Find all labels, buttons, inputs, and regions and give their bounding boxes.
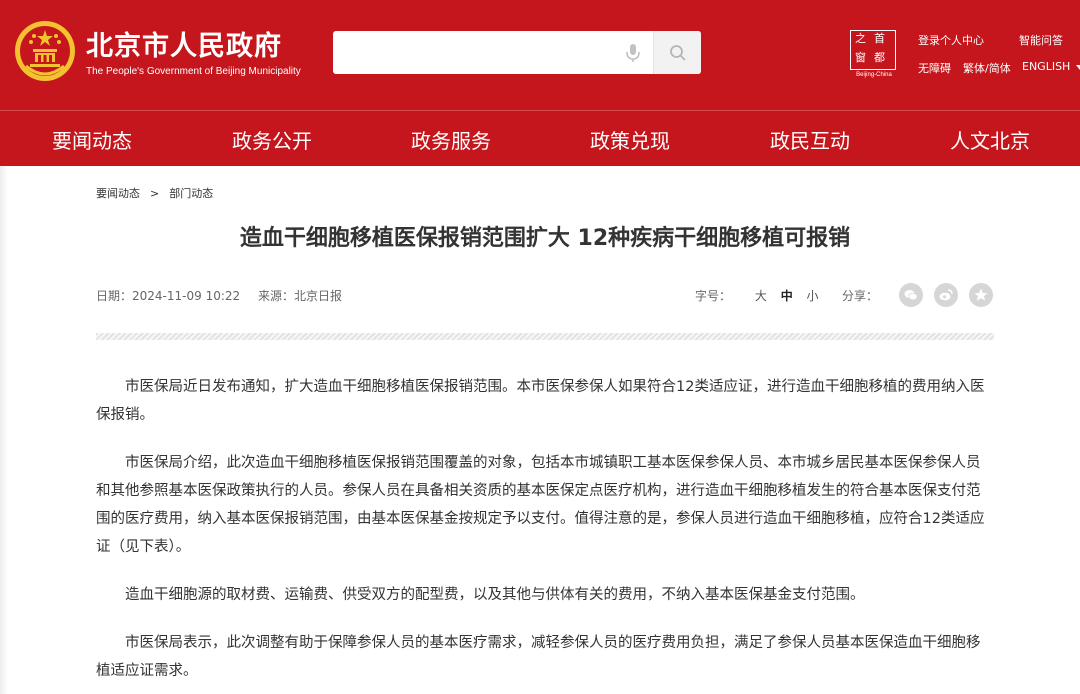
nav-item-news[interactable]: 要闻动态 bbox=[52, 125, 132, 154]
share-label: 分享： bbox=[842, 289, 879, 303]
english-label: ENGLISH bbox=[1022, 60, 1071, 73]
seal-caption: Beijing-China bbox=[856, 72, 892, 78]
nav-item-citizen-interaction[interactable]: 政民互动 bbox=[770, 125, 850, 154]
english-link[interactable]: ENGLISH bbox=[1022, 60, 1080, 73]
accessibility-link[interactable]: 无障碍 bbox=[918, 60, 951, 76]
article-date: 2024-11-09 10:22 bbox=[132, 289, 241, 303]
search-button[interactable] bbox=[653, 31, 701, 74]
share-wechat-button[interactable] bbox=[899, 283, 923, 307]
share-weibo-button[interactable] bbox=[934, 283, 958, 307]
font-size-small-button[interactable]: 小 bbox=[807, 289, 819, 303]
font-size-label: 字号： bbox=[695, 289, 732, 303]
caret-down-icon bbox=[1075, 65, 1080, 70]
source-label: 来源： bbox=[257, 289, 294, 303]
capital-window-seal[interactable]: 之 首 窗 都 Beijing-China bbox=[850, 30, 900, 80]
site-logo-subtitle[interactable]: The People's Government of Beijing Munic… bbox=[86, 66, 301, 77]
star-icon bbox=[974, 288, 988, 301]
voice-search-button[interactable] bbox=[620, 40, 646, 66]
font-size-control: 字号： 大 中 小 bbox=[695, 287, 819, 304]
nav-item-policy-redemption[interactable]: 政策兑现 bbox=[590, 125, 670, 154]
search-icon bbox=[670, 45, 686, 61]
nav-item-humanistic-beijing[interactable]: 人文北京 bbox=[950, 125, 1030, 154]
seal-char: 都 bbox=[874, 51, 885, 64]
nav-item-open-government[interactable]: 政务公开 bbox=[232, 125, 312, 154]
article-title: 造血干细胞移植医保报销范围扩大 12种疾病干细胞移植可报销 bbox=[239, 226, 851, 251]
seal-char: 首 bbox=[874, 32, 885, 45]
login-link[interactable]: 登录个人中心 bbox=[918, 32, 984, 48]
date-label: 日期： bbox=[96, 289, 133, 303]
article-source: 北京日报 bbox=[294, 289, 343, 303]
seal-char: 窗 bbox=[855, 51, 866, 64]
font-size-large-button[interactable]: 大 bbox=[755, 289, 767, 303]
smart-qa-link[interactable]: 智能问答 bbox=[1019, 32, 1063, 48]
article-paragraph: 造血干细胞源的取材费、运输费、供受双方的配型费，以及其他与供体有关的费用，不纳入… bbox=[125, 587, 865, 603]
article-paragraph: 市医保局介绍，此次造血干细胞移植医保报销范围覆盖的对象，包括本市城镇职工基本医保… bbox=[96, 455, 985, 555]
search-box bbox=[333, 31, 701, 74]
microphone-icon bbox=[626, 44, 640, 62]
article-paragraph: 市医保局表示，此次调整有助于保障参保人员的基本医疗需求，减轻参保人员的医疗费用负… bbox=[96, 635, 981, 679]
seal-char: 之 bbox=[855, 32, 866, 45]
nav-item-government-services[interactable]: 政务服务 bbox=[411, 125, 491, 154]
font-size-medium-button[interactable]: 中 bbox=[781, 289, 793, 303]
article-meta: 日期：2024-11-09 10:22 来源：北京日报 bbox=[96, 287, 342, 304]
national-emblem-icon[interactable] bbox=[14, 20, 76, 82]
breadcrumb-item-news[interactable]: 要闻动态 bbox=[96, 187, 140, 200]
section-divider bbox=[96, 333, 994, 340]
breadcrumb: 要闻动态 > 部门动态 bbox=[96, 185, 213, 201]
search-input[interactable] bbox=[333, 31, 633, 74]
main-nav: 要闻动态 政务公开 政务服务 政策兑现 政民互动 人文北京 bbox=[0, 110, 1080, 166]
site-header: 北京市人民政府 The People's Government of Beiji… bbox=[0, 0, 1080, 110]
page-edge-shadow bbox=[0, 166, 8, 694]
traditional-simplified-link[interactable]: 繁体/简体 bbox=[963, 60, 1011, 76]
breadcrumb-separator: > bbox=[150, 187, 160, 200]
breadcrumb-item-department-news[interactable]: 部门动态 bbox=[169, 187, 213, 200]
article-paragraph: 市医保局近日发布通知，扩大造血干细胞移植医保报销范围。本市医保参保人如果符合12… bbox=[96, 379, 985, 423]
share-favorite-button[interactable] bbox=[969, 283, 993, 307]
wechat-icon bbox=[904, 290, 918, 301]
weibo-icon bbox=[939, 289, 953, 301]
site-logo-title[interactable]: 北京市人民政府 bbox=[86, 24, 282, 63]
